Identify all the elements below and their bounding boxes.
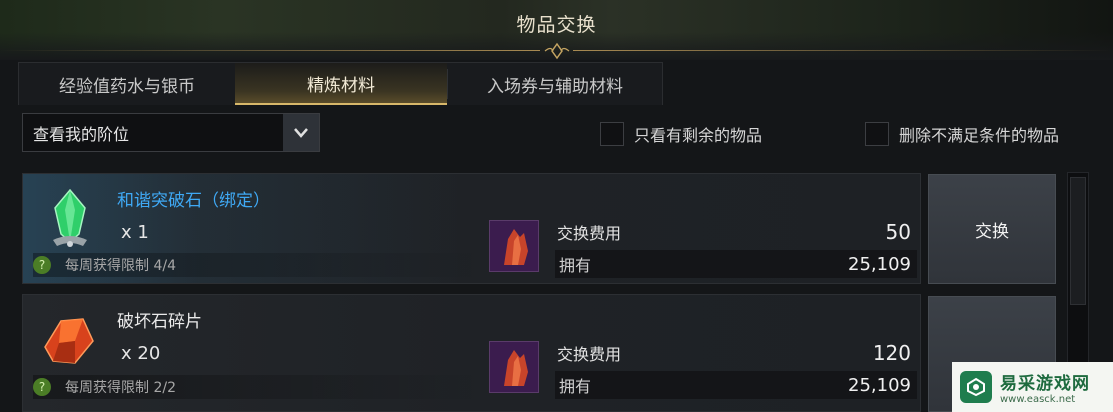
hide-unmet-label: 删除不满足条件的物品: [899, 126, 1060, 145]
exchange-cost-label: 交换费用: [557, 345, 622, 364]
cost-panel: 交换费用 50 拥有 25,109: [483, 218, 919, 280]
item-name: 破坏石碎片: [117, 312, 202, 332]
question-icon[interactable]: ?: [33, 256, 51, 274]
only-remaining-filter[interactable]: 只看有剩余的物品: [600, 122, 762, 146]
only-remaining-checkbox[interactable]: [600, 122, 624, 146]
ornament-icon: [544, 42, 570, 60]
weekly-limit: ? 每周获得限制 4/4: [33, 253, 493, 277]
weekly-limit-text: 每周获得限制 2/2: [65, 380, 176, 396]
exchange-cost-row: 交换费用 120: [555, 339, 917, 367]
exchange-cost-value: 50: [885, 220, 911, 244]
tab-bar: 经验值药水与银币 精炼材料 入场券与辅助材料: [18, 62, 663, 105]
dropdown-value: 查看我的阶位: [33, 124, 130, 144]
watermark-url: www.easck.net: [1000, 394, 1076, 405]
tab-separator: [447, 69, 448, 99]
tab-exp-potion-silver[interactable]: 经验值药水与银币: [19, 63, 235, 105]
item-quantity: x 1: [121, 222, 149, 243]
hide-unmet-checkbox[interactable]: [865, 122, 889, 146]
green-crystal-icon: [53, 188, 87, 247]
site-logo-icon: [960, 371, 992, 403]
scroll-thumb[interactable]: [1070, 177, 1086, 305]
exchange-cost-value: 120: [872, 341, 911, 365]
owned-row: 拥有 25,109: [555, 371, 917, 399]
red-stone-icon: [44, 318, 94, 364]
chevron-down-icon[interactable]: [283, 114, 319, 151]
exchange-cost-row: 交换费用 50: [555, 218, 917, 246]
owned-value: 25,109: [848, 374, 911, 396]
tab-tickets-aux-materials[interactable]: 入场券与辅助材料: [447, 63, 663, 105]
owned-row: 拥有 25,109: [555, 250, 917, 278]
question-icon[interactable]: ?: [33, 378, 51, 396]
tab-refine-materials[interactable]: 精炼材料: [235, 63, 447, 105]
exchange-cost-label: 交换费用: [557, 224, 622, 243]
owned-label: 拥有: [559, 256, 592, 275]
owned-value: 25,109: [848, 253, 911, 275]
weekly-limit-text: 每周获得限制 4/4: [65, 258, 176, 274]
exchange-button[interactable]: 交换: [928, 174, 1056, 284]
cost-panel: 交换费用 120 拥有 25,109: [483, 339, 919, 401]
item-row: 和谐突破石（绑定） x 1 ? 每周获得限制 4/4 交换费用 50 拥有 25…: [22, 173, 921, 284]
owned-label: 拥有: [559, 377, 592, 396]
site-watermark: 易采游戏网 www.easck.net: [952, 362, 1113, 412]
only-remaining-label: 只看有剩余的物品: [634, 126, 763, 145]
item-quantity: x 20: [121, 343, 161, 364]
window-title: 物品交换: [516, 14, 597, 36]
watermark-text: 易采游戏网: [1000, 374, 1090, 394]
exchange-button-label: 交换: [975, 221, 1009, 242]
weekly-limit: ? 每周获得限制 2/2: [33, 375, 493, 399]
item-row: 破坏石碎片 x 20 ? 每周获得限制 2/2 交换费用 120 拥有 25,1…: [22, 294, 921, 412]
title-divider-left: [0, 50, 540, 51]
tier-dropdown[interactable]: 查看我的阶位: [22, 113, 320, 152]
hide-unmet-filter[interactable]: 删除不满足条件的物品: [865, 122, 1059, 146]
title-divider-right: [573, 50, 1113, 51]
item-name: 和谐突破石（绑定）: [117, 191, 270, 211]
